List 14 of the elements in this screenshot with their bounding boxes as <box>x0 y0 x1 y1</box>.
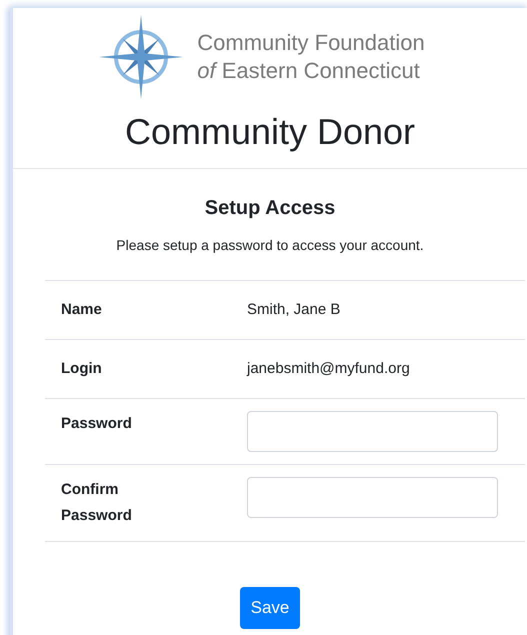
logo-text: Community Foundation <box>197 29 425 57</box>
logo-text: of Eastern Connecticut <box>197 57 421 85</box>
save-button[interactable]: Save <box>240 587 300 629</box>
password-field[interactable] <box>247 477 498 518</box>
form-instructions: Please setup a password to access your account. <box>116 236 424 255</box>
field-label: Name <box>61 300 103 320</box>
field-label: Password <box>61 414 133 434</box>
password-field[interactable] <box>247 411 498 452</box>
form-heading: Setup Access <box>204 196 336 221</box>
field-label: Confirm Password <box>61 480 133 526</box>
field-label: Login <box>61 359 103 379</box>
page-title: Community Donor <box>124 110 416 154</box>
field-value: Smith, Jane B <box>247 300 340 320</box>
field-value: janebsmith@myfund.org <box>247 358 410 379</box>
